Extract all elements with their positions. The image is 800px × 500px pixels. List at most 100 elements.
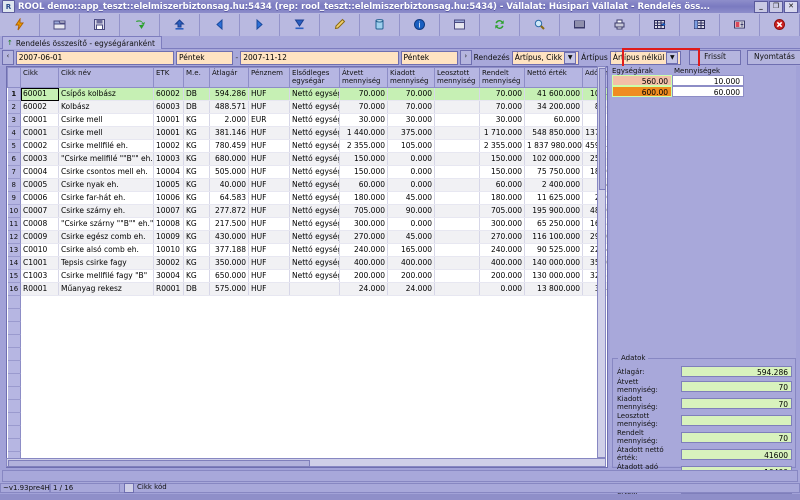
cell-me[interactable]: KG bbox=[184, 192, 210, 205]
cell-etk[interactable]: 10008 bbox=[154, 218, 184, 231]
cell-cikk[interactable]: C0006 bbox=[21, 192, 59, 205]
cell-elsodleges[interactable]: Nettó egységár bbox=[290, 140, 340, 153]
cell-cikk[interactable]: C0001 bbox=[21, 114, 59, 127]
cell-atlagar[interactable]: 2.000 bbox=[210, 114, 249, 127]
cell-netto[interactable]: 90 525.000 bbox=[525, 244, 583, 257]
cell-cikk[interactable]: C0001 bbox=[21, 127, 59, 140]
cell-penznem[interactable]: HUF bbox=[249, 205, 290, 218]
cell-elsodleges[interactable]: Nettó egységár bbox=[290, 257, 340, 270]
cell-me[interactable]: KG bbox=[184, 257, 210, 270]
cell-netto[interactable]: 41 600.000 bbox=[525, 88, 583, 101]
cell-cikknev[interactable]: Csirke mellfilé fagy "B" bbox=[59, 270, 154, 283]
cell-leosztott[interactable] bbox=[435, 192, 480, 205]
cell-rendelt[interactable]: 70.000 bbox=[480, 101, 525, 114]
detail-value[interactable]: 594.286 bbox=[681, 366, 792, 377]
cell-leosztott[interactable] bbox=[435, 140, 480, 153]
tab-rendeles-osszesito[interactable]: ↑ Rendelés összesítő - egységáranként bbox=[2, 36, 162, 49]
cell-kiadott[interactable]: 375.000 bbox=[388, 127, 435, 140]
cell-rn[interactable]: 11 bbox=[8, 218, 21, 231]
cell-atlagar[interactable]: 505.000 bbox=[210, 166, 249, 179]
cell-penznem[interactable]: HUF bbox=[249, 140, 290, 153]
cell-atvett[interactable]: 70.000 bbox=[340, 101, 388, 114]
list-icon[interactable] bbox=[560, 14, 600, 36]
cell-atlagar[interactable]: 40.000 bbox=[210, 179, 249, 192]
cikk-kod-checkbox[interactable] bbox=[124, 483, 134, 493]
cell-leosztott[interactable] bbox=[435, 88, 480, 101]
cell-elsodleges[interactable]: Nettó egységár bbox=[290, 88, 340, 101]
cell-me[interactable]: DB bbox=[184, 101, 210, 114]
cell-elsodleges[interactable]: Nettó egységár bbox=[290, 101, 340, 114]
cell-etk[interactable]: 10009 bbox=[154, 231, 184, 244]
cell-atlagar[interactable]: 381.146 bbox=[210, 127, 249, 140]
cell-kiadott[interactable]: 70.000 bbox=[388, 101, 435, 114]
cell-rn[interactable]: 9 bbox=[8, 192, 21, 205]
cell-rn[interactable]: 4 bbox=[8, 127, 21, 140]
cell-rn[interactable]: 8 bbox=[8, 179, 21, 192]
cell-leosztott[interactable] bbox=[435, 218, 480, 231]
cell-etk[interactable]: 10010 bbox=[154, 244, 184, 257]
table-row[interactable]: 5C0002Csirke mellfilé eh.10002KG780.459H… bbox=[8, 140, 609, 153]
cell-me[interactable]: KG bbox=[184, 244, 210, 257]
cell-rendelt[interactable]: 200.000 bbox=[480, 270, 525, 283]
cell-elsodleges[interactable]: Nettó egységár bbox=[290, 244, 340, 257]
upload-icon[interactable] bbox=[160, 14, 200, 36]
cell-rendelt[interactable]: 150.000 bbox=[480, 166, 525, 179]
cell-kiadott[interactable]: 105.000 bbox=[388, 140, 435, 153]
cell-atvett[interactable]: 24.000 bbox=[340, 283, 388, 296]
cell-atvett[interactable]: 300.000 bbox=[340, 218, 388, 231]
grid-col-kiadott[interactable]: Kiadott mennyiség bbox=[388, 68, 435, 88]
cell-etk[interactable]: 60003 bbox=[154, 101, 184, 114]
cell-leosztott[interactable] bbox=[435, 205, 480, 218]
cell-penznem[interactable]: HUF bbox=[249, 192, 290, 205]
cell-kiadott[interactable]: 30.000 bbox=[388, 114, 435, 127]
cell-atlagar[interactable]: 350.000 bbox=[210, 257, 249, 270]
unit-price-quantity[interactable]: 60.000 bbox=[672, 86, 744, 97]
cell-rendelt[interactable]: 30.000 bbox=[480, 114, 525, 127]
grid-vertical-scrollbar[interactable] bbox=[597, 66, 606, 458]
cell-rendelt[interactable]: 270.000 bbox=[480, 231, 525, 244]
grid-col-etk[interactable]: ETK bbox=[154, 68, 184, 88]
cell-leosztott[interactable] bbox=[435, 114, 480, 127]
cell-etk[interactable]: 30004 bbox=[154, 270, 184, 283]
cell-me[interactable]: KG bbox=[184, 179, 210, 192]
cell-penznem[interactable]: HUF bbox=[249, 101, 290, 114]
cell-elsodleges[interactable]: Nettó egységár bbox=[290, 218, 340, 231]
grid-horizontal-scrollbar[interactable] bbox=[6, 458, 606, 467]
cell-penznem[interactable]: HUF bbox=[249, 166, 290, 179]
cell-atvett[interactable]: 180.000 bbox=[340, 192, 388, 205]
cell-cikk[interactable]: C0003 bbox=[21, 153, 59, 166]
grid-col-atvett[interactable]: Átvett mennyiség bbox=[340, 68, 388, 88]
sync-icon[interactable] bbox=[480, 14, 520, 36]
cell-rendelt[interactable]: 70.000 bbox=[480, 88, 525, 101]
edit-pencil-icon[interactable] bbox=[320, 14, 360, 36]
table-row[interactable]: 13C0010Csirke alsó comb eh.10010KG377.18… bbox=[8, 244, 609, 257]
cell-me[interactable]: KG bbox=[184, 127, 210, 140]
cell-me[interactable]: KG bbox=[184, 153, 210, 166]
table-row[interactable]: 10C0007Csirke szárny eh.10007KG277.872HU… bbox=[8, 205, 609, 218]
table-row[interactable]: 9C0006Csirke far-hát eh.10006KG64.583HUF… bbox=[8, 192, 609, 205]
cell-rendelt[interactable]: 2 355.000 bbox=[480, 140, 525, 153]
cell-kiadott[interactable]: 45.000 bbox=[388, 231, 435, 244]
cell-atlagar[interactable]: 780.459 bbox=[210, 140, 249, 153]
table-row[interactable]: 11C0008"Csirke szárny ""B"" eh."10008KG2… bbox=[8, 218, 609, 231]
cell-elsodleges[interactable]: Nettó egységár bbox=[290, 166, 340, 179]
cell-cikk[interactable]: C0004 bbox=[21, 166, 59, 179]
cell-penznem[interactable]: HUF bbox=[249, 270, 290, 283]
cell-netto[interactable]: 75 750.000 bbox=[525, 166, 583, 179]
cell-cikknev[interactable]: "Csirke szárny ""B"" eh." bbox=[59, 218, 154, 231]
table-row[interactable]: 12C0009Csirke egész comb eh.10009KG430.0… bbox=[8, 231, 609, 244]
table-row[interactable]: 8C0005Csirke nyak eh.10005KG40.000HUFNet… bbox=[8, 179, 609, 192]
cell-penznem[interactable]: HUF bbox=[249, 88, 290, 101]
cell-netto[interactable]: 140 000.000 bbox=[525, 257, 583, 270]
grid-col-netto[interactable]: Nettó érték bbox=[525, 68, 583, 88]
cell-atvett[interactable]: 150.000 bbox=[340, 166, 388, 179]
cell-rn[interactable]: 15 bbox=[8, 270, 21, 283]
cell-rn[interactable]: 3 bbox=[8, 114, 21, 127]
cell-cikknev[interactable]: Csirke far-hát eh. bbox=[59, 192, 154, 205]
cell-penznem[interactable]: HUF bbox=[249, 231, 290, 244]
save-disk-icon[interactable] bbox=[80, 14, 120, 36]
detail-value[interactable]: 41600 bbox=[681, 449, 792, 460]
cell-etk[interactable]: 10001 bbox=[154, 127, 184, 140]
cell-penznem[interactable]: EUR bbox=[249, 114, 290, 127]
cell-me[interactable]: KG bbox=[184, 140, 210, 153]
